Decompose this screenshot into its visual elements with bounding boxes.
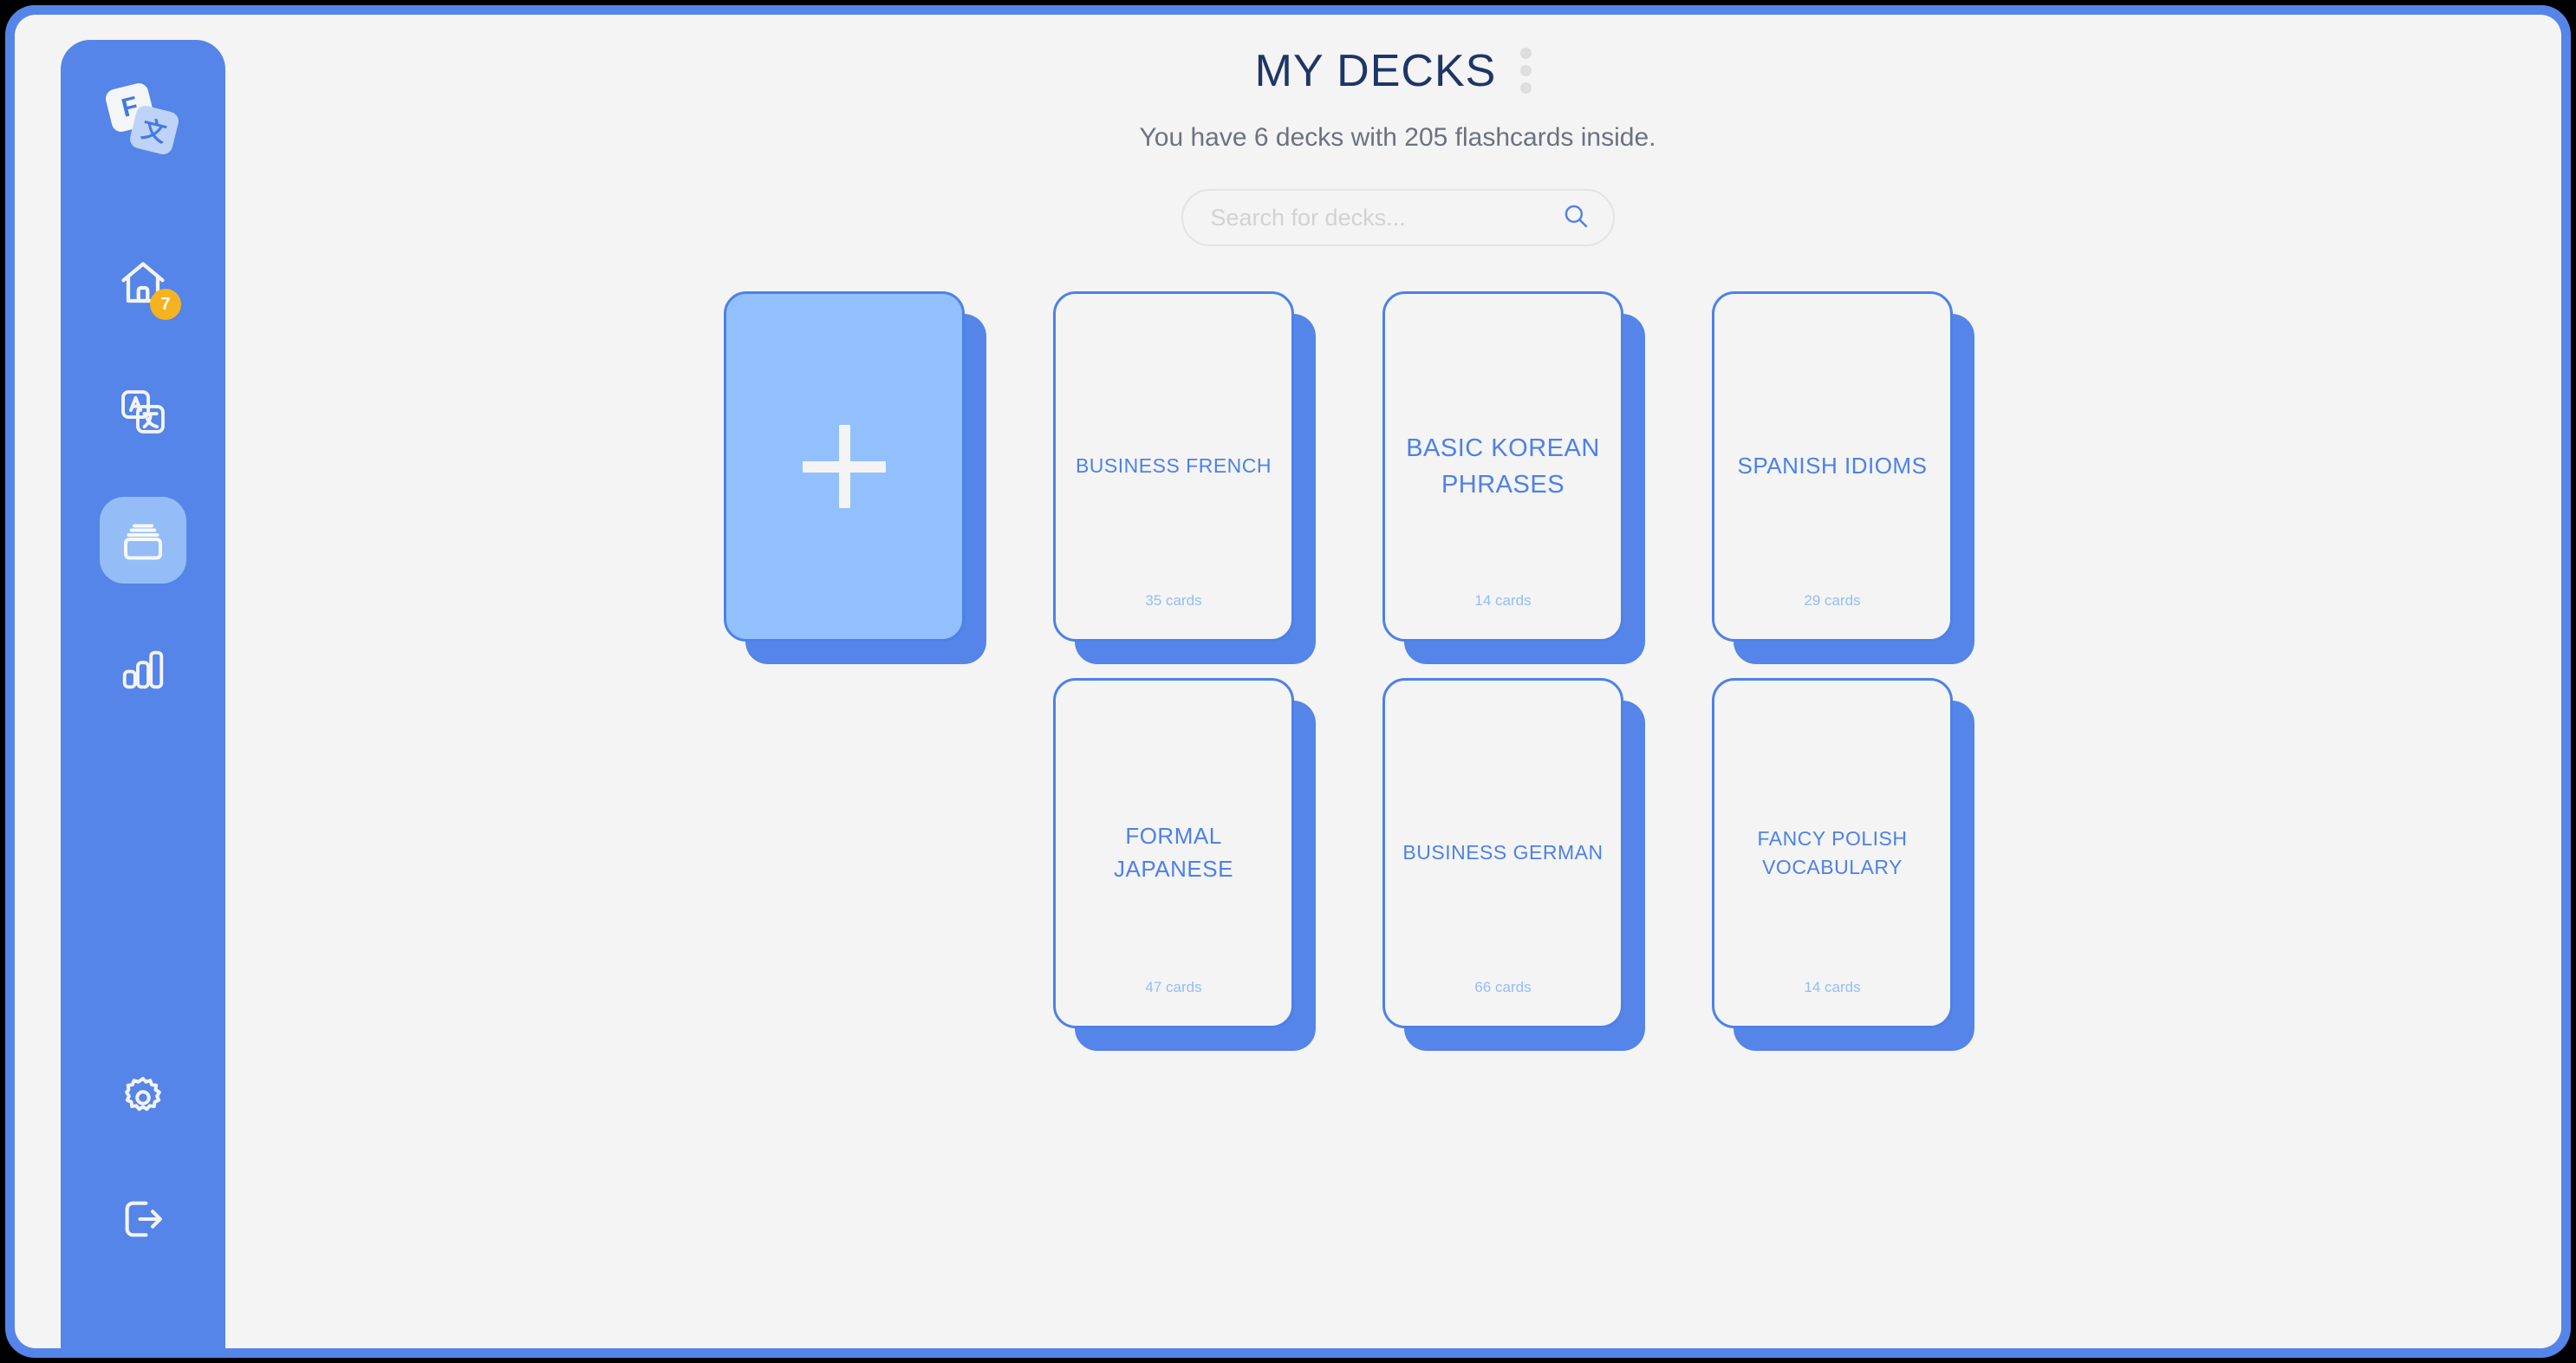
deck-card[interactable]: BUSINESS GERMAN 66 cards: [1382, 678, 1623, 1028]
kebab-dot: [1520, 65, 1532, 76]
sidebar: F 文 7: [61, 40, 225, 1348]
add-deck-button[interactable]: [724, 291, 965, 642]
search-bar[interactable]: [1181, 189, 1615, 246]
deck-card[interactable]: BUSINESS FRENCH 35 cards: [1053, 291, 1294, 642]
deck-slot: BUSINESS GERMAN 66 cards: [1382, 678, 1645, 1051]
kebab-menu-icon[interactable]: [1512, 42, 1540, 99]
deck-card-count: 35 cards: [1145, 592, 1202, 609]
kebab-dot: [1520, 48, 1532, 59]
sidebar-nav: 7: [100, 240, 186, 753]
deck-slot: FANCY POLISH VOCABULARY 14 cards: [1712, 678, 1974, 1051]
deck-card[interactable]: FANCY POLISH VOCABULARY 14 cards: [1712, 678, 1953, 1028]
app-logo[interactable]: F 文: [101, 81, 185, 166]
deck-card-count: 14 cards: [1804, 979, 1861, 995]
sidebar-bottom-nav: [100, 1054, 186, 1348]
search-icon[interactable]: [1561, 201, 1590, 235]
deck-title: BUSINESS FRENCH: [1075, 454, 1272, 478]
translate-icon: [118, 387, 168, 437]
deck-grid: BUSINESS FRENCH 35 cards BASIC KOREAN PH…: [234, 291, 2024, 1051]
deck-card-count: 66 cards: [1474, 979, 1532, 995]
sidebar-item-settings[interactable]: [100, 1054, 186, 1141]
deck-slot-add: [724, 291, 986, 664]
sidebar-item-stats[interactable]: [100, 625, 186, 712]
search-input[interactable]: [1208, 203, 1561, 232]
deck-card[interactable]: SPANISH IDIOMS 29 cards: [1712, 291, 1953, 642]
deck-card-count: 14 cards: [1474, 592, 1532, 609]
deck-title: SPANISH IDIOMS: [1737, 453, 1928, 479]
logout-icon: [118, 1194, 168, 1244]
deck-title: FORMAL JAPANESE: [1114, 823, 1233, 882]
sidebar-item-home[interactable]: 7: [100, 240, 186, 327]
deck-card-count: 47 cards: [1145, 979, 1202, 995]
plus-icon: [803, 425, 886, 508]
deck-title: BASIC KOREAN PHRASES: [1406, 434, 1600, 499]
sidebar-item-decks[interactable]: [100, 497, 186, 584]
home-badge: 7: [150, 289, 181, 320]
deck-slot: SPANISH IDIOMS 29 cards: [1712, 291, 1974, 664]
deck-slot: BUSINESS FRENCH 35 cards: [1053, 291, 1316, 664]
app-window: F 文 7 MY DECKS You have 6 decks with 205…: [5, 5, 2571, 1358]
deck-card[interactable]: BASIC KOREAN PHRASES 14 cards: [1382, 291, 1623, 642]
logo-card-back: 文: [127, 103, 181, 157]
main-content: MY DECKS You have 6 decks with 205 flash…: [234, 15, 2561, 1348]
deck-slot: BASIC KOREAN PHRASES 14 cards: [1382, 291, 1645, 664]
deck-title: BUSINESS GERMAN: [1402, 841, 1603, 864]
gear-icon: [119, 1073, 167, 1122]
deck-slot: FORMAL JAPANESE 47 cards: [1053, 678, 1316, 1051]
page-title: MY DECKS: [1254, 45, 1497, 96]
kebab-dot: [1520, 82, 1532, 94]
window-inner: F 文 7 MY DECKS You have 6 decks with 205…: [15, 15, 2561, 1348]
deck-card[interactable]: FORMAL JAPANESE 47 cards: [1053, 678, 1294, 1028]
deck-card-count: 29 cards: [1804, 592, 1861, 609]
bar-chart-icon: [118, 643, 168, 694]
card-box-icon: [117, 514, 169, 566]
sidebar-item-logout[interactable]: [100, 1176, 186, 1262]
sidebar-item-translate[interactable]: [100, 368, 186, 455]
title-row: MY DECKS: [234, 42, 2561, 99]
deck-summary-text: You have 6 decks with 205 flashcards ins…: [1139, 123, 1656, 152]
page-header: MY DECKS You have 6 decks with 205 flash…: [234, 15, 2561, 153]
deck-title: FANCY POLISH VOCABULARY: [1757, 826, 1908, 878]
